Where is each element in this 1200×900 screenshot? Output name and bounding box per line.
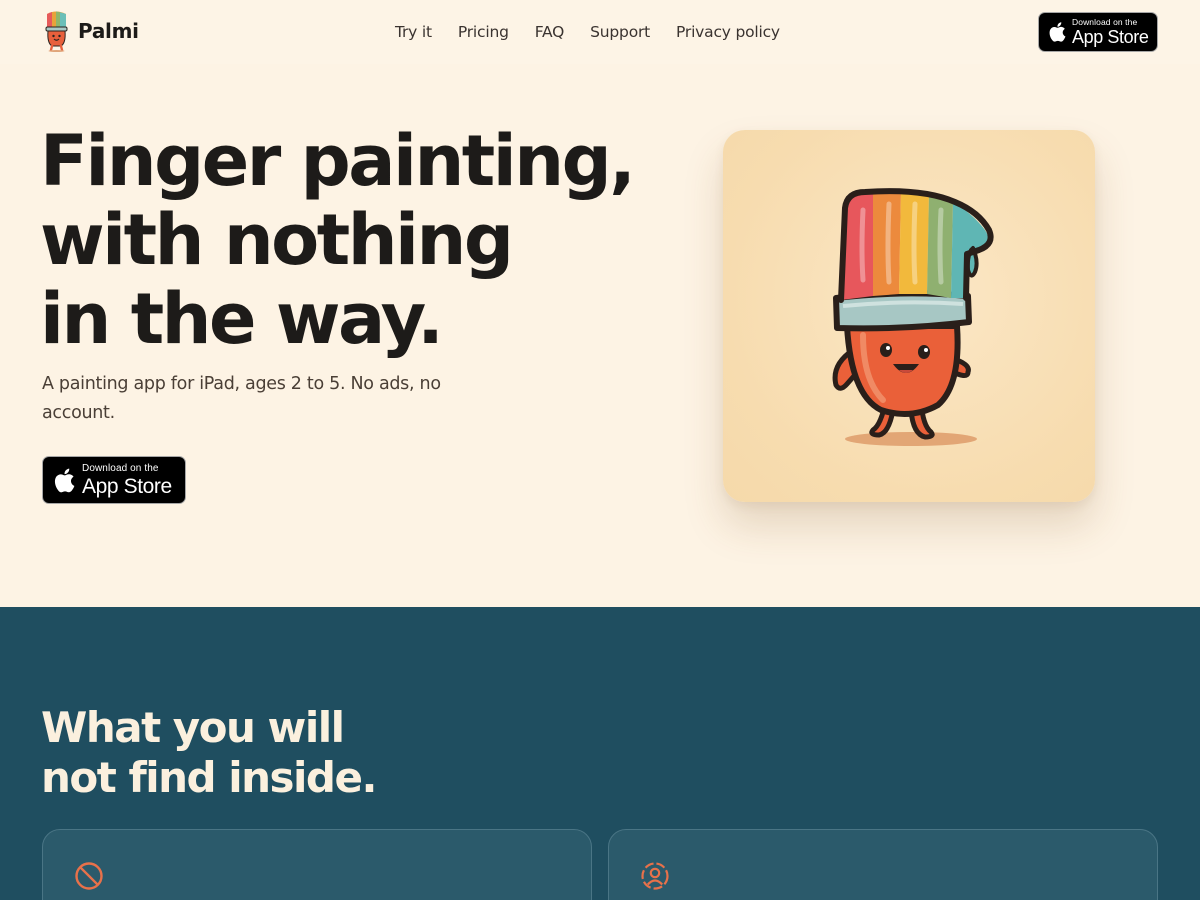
hero-subtitle: A painting app for iPad, ages 2 to 5. No… [42, 374, 441, 423]
brand-name: Palmi [78, 19, 139, 43]
badge-small-text: Download on the [82, 462, 159, 474]
apple-icon [54, 468, 75, 492]
hero-section: Finger painting, with nothing in the way… [0, 64, 1200, 607]
features-section: What you will not find inside. [0, 607, 1200, 900]
site-header: Palmi Try it Pricing FAQ Support Privacy… [0, 0, 1200, 64]
palmi-logo-icon [45, 11, 68, 52]
app-icon-card [723, 130, 1095, 502]
hero-title-line: in the way. [40, 278, 444, 360]
nav-link-support[interactable]: Support [590, 23, 650, 41]
nav-link-pricing[interactable]: Pricing [458, 23, 509, 41]
nav-link-faq[interactable]: FAQ [535, 23, 565, 41]
apple-icon [1049, 22, 1066, 42]
paintbrush-mascot-illustration [832, 188, 994, 446]
brand-logo-link[interactable]: Palmi [42, 10, 139, 52]
nav-link-privacy-policy[interactable]: Privacy policy [676, 23, 780, 41]
feature-card-no-account [608, 829, 1158, 900]
badge-small-text: Download on the [1072, 16, 1138, 27]
hero-title-line: with nothing [40, 199, 514, 281]
badge-big-text: App Store [1072, 27, 1149, 48]
features-title: What you will not find inside. [41, 703, 377, 803]
features-title-line: not find inside. [41, 753, 377, 802]
feature-card-no-ads [42, 829, 592, 900]
header-app-store-button[interactable]: Download on the App Store [1038, 12, 1158, 52]
badge-big-text: App Store [82, 474, 172, 498]
hero-title: Finger painting, with nothing in the way… [40, 122, 640, 359]
no-entry-icon [75, 862, 103, 890]
features-title-line: What you will [41, 703, 345, 752]
user-account-icon [641, 862, 669, 890]
hero-app-store-button[interactable]: Download on the App Store [42, 456, 186, 504]
nav-link-try-it[interactable]: Try it [395, 23, 432, 41]
hero-title-line: Finger painting, [40, 120, 636, 202]
main-nav: Try it Pricing FAQ Support Privacy polic… [395, 0, 780, 64]
